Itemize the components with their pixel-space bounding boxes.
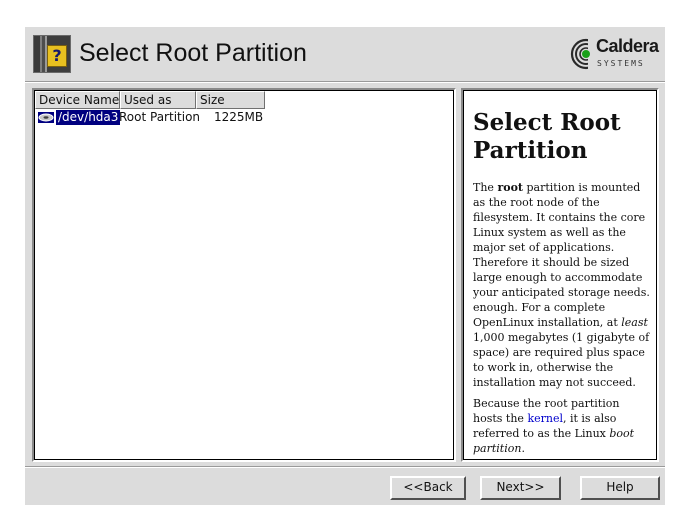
header: ? Select Root Partition Caldera SYSTEMS bbox=[25, 27, 665, 83]
column-device-name[interactable]: Device Name bbox=[35, 91, 120, 109]
row-size: 1225MB bbox=[214, 110, 264, 124]
column-size[interactable]: Size bbox=[196, 91, 265, 109]
list-header: Device Name Used as Size bbox=[35, 91, 265, 109]
partition-list-panel: Device Name Used as Size /dev/hda3 Root … bbox=[32, 88, 456, 462]
page-title: Select Root Partition bbox=[79, 39, 307, 67]
disk-icon bbox=[37, 111, 55, 124]
help-panel: Select Root Partition The root partition… bbox=[461, 88, 659, 462]
footer-divider bbox=[25, 466, 665, 468]
help-text: The bbox=[473, 181, 498, 194]
logo-brand: Caldera bbox=[596, 36, 659, 56]
help-paragraph-2: Because the root partition hosts the ker… bbox=[473, 396, 650, 456]
help-heading: Select Root Partition bbox=[473, 109, 621, 164]
logo-subtitle: SYSTEMS bbox=[597, 59, 645, 68]
caldera-swirl-icon bbox=[570, 38, 598, 70]
partition-list[interactable]: Device Name Used as Size /dev/hda3 Root … bbox=[34, 90, 454, 460]
back-button[interactable]: <<Back bbox=[390, 476, 466, 500]
help-book-icon: ? bbox=[33, 35, 71, 73]
installer-window: ? Select Root Partition Caldera SYSTEMS … bbox=[25, 27, 665, 505]
next-button[interactable]: Next>> bbox=[480, 476, 561, 500]
kernel-link[interactable]: kernel bbox=[527, 412, 563, 425]
help-text: partition is mounted as the root node of… bbox=[473, 181, 650, 329]
help-content[interactable]: Select Root Partition The root partition… bbox=[463, 90, 657, 460]
caldera-logo: Caldera SYSTEMS bbox=[570, 35, 660, 75]
row-used-as: Root Partition bbox=[119, 110, 201, 124]
help-text: . bbox=[521, 442, 525, 455]
help-italic-term: least bbox=[621, 316, 648, 329]
help-button[interactable]: Help bbox=[580, 476, 660, 500]
question-mark-glyph: ? bbox=[47, 45, 67, 67]
help-paragraph-1: The root partition is mounted as the roo… bbox=[473, 180, 650, 390]
help-text: 1,000 megabytes (1 gigabyte of space) ar… bbox=[473, 331, 650, 389]
table-row[interactable]: /dev/hda3 Root Partition 1225MB bbox=[35, 110, 455, 126]
row-device-name: /dev/hda3 bbox=[56, 110, 121, 125]
help-bold-term: root bbox=[497, 181, 523, 194]
column-used-as[interactable]: Used as bbox=[120, 91, 196, 109]
header-divider bbox=[25, 81, 665, 83]
